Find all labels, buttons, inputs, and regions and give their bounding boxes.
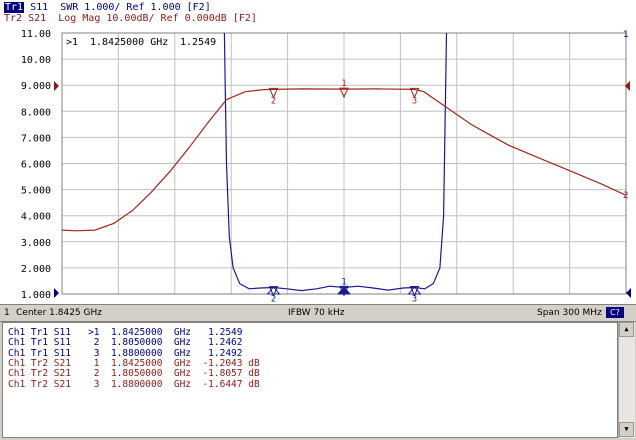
y-tick-labels: 11.00 10.00 9.000 8.000 7.000 6.000 5.000 4.000…: [21, 29, 51, 301]
marker-table: Ch1 Tr1 S11 >1 1.8425000 GHz 1.2549 Ch1 T…: [2, 322, 618, 438]
status-span[interactable]: Span 300 MHz: [537, 308, 602, 318]
vna-window: Tr1 S11 SWR 1.000/ Ref 1.000 [F2] Tr2 S2…: [0, 0, 636, 440]
scroll-down-arrow-icon[interactable]: ▼: [619, 422, 634, 437]
marker-readout: >1 1.8425000 GHz 1.2549: [66, 37, 216, 48]
marker-table-row: Ch1 Tr2 S21 3 1.8800000 GHz -1.6447 dB: [8, 378, 260, 390]
y-tick-label: 2.000: [21, 264, 51, 275]
y-tick-label: 8.000: [21, 107, 51, 118]
trace-s11: [223, 32, 448, 292]
grid: [62, 33, 626, 294]
marker-label: 3: [412, 294, 417, 304]
tr1-ref-right-arrow[interactable]: [626, 288, 631, 298]
tr2-ref-left-arrow[interactable]: [54, 81, 59, 91]
y-tick-label: 4.000: [21, 212, 51, 223]
tr2-ref-label: 2: [623, 191, 628, 201]
readout-freq: 1.8425000 GHz: [90, 37, 168, 48]
marker-label: 2: [271, 96, 276, 106]
y-tick-label: 9.000: [21, 81, 51, 92]
marker-table-scrollbar[interactable]: ▲ ▼: [618, 322, 635, 438]
marker-label: 2: [271, 295, 276, 304]
marker-label: 1: [341, 277, 346, 287]
tr1-ref-left-arrow[interactable]: [54, 288, 59, 298]
readout-value: 1.2549: [180, 37, 216, 48]
readout-marker: >1: [66, 37, 78, 48]
status-c7-button[interactable]: C?: [606, 307, 624, 318]
y-tick-label: 1.000: [21, 290, 51, 301]
scroll-up-arrow-icon[interactable]: ▲: [619, 322, 634, 337]
status-channel[interactable]: 1: [4, 308, 10, 318]
status-bar: 1 Center 1.8425 GHz IFBW 70 kHz Span 300…: [0, 304, 636, 322]
y-tick-label: 10.00: [21, 55, 51, 66]
y-tick-label: 11.00: [21, 29, 51, 40]
plot-panel[interactable]: Tr1 S11 SWR 1.000/ Ref 1.000 [F2] Tr2 S2…: [0, 0, 636, 304]
y-tick-label: 5.000: [21, 186, 51, 197]
marker-table-row: Ch1 Tr1 S11 2 1.8050000 GHz 1.2462: [8, 337, 243, 349]
marker-table-row: Ch1 Tr2 S21 2 1.8050000 GHz -1.8057 dB: [8, 368, 260, 380]
marker-label: 1: [341, 79, 346, 89]
status-center[interactable]: Center 1.8425 GHz: [16, 308, 102, 318]
status-ifbw[interactable]: IFBW 70 kHz: [288, 308, 344, 318]
tr1-ref-label: 1: [623, 30, 628, 40]
marker-label: 3: [412, 96, 417, 106]
x-marker-indicator: [336, 286, 352, 295]
y-tick-label: 6.000: [21, 160, 51, 171]
y-tick-label: 3.000: [21, 238, 51, 249]
y-tick-label: 7.000: [21, 133, 51, 144]
chart-svg[interactable]: 11.00 10.00 9.000 8.000 7.000 6.000 5.000 4.000…: [0, 0, 636, 304]
